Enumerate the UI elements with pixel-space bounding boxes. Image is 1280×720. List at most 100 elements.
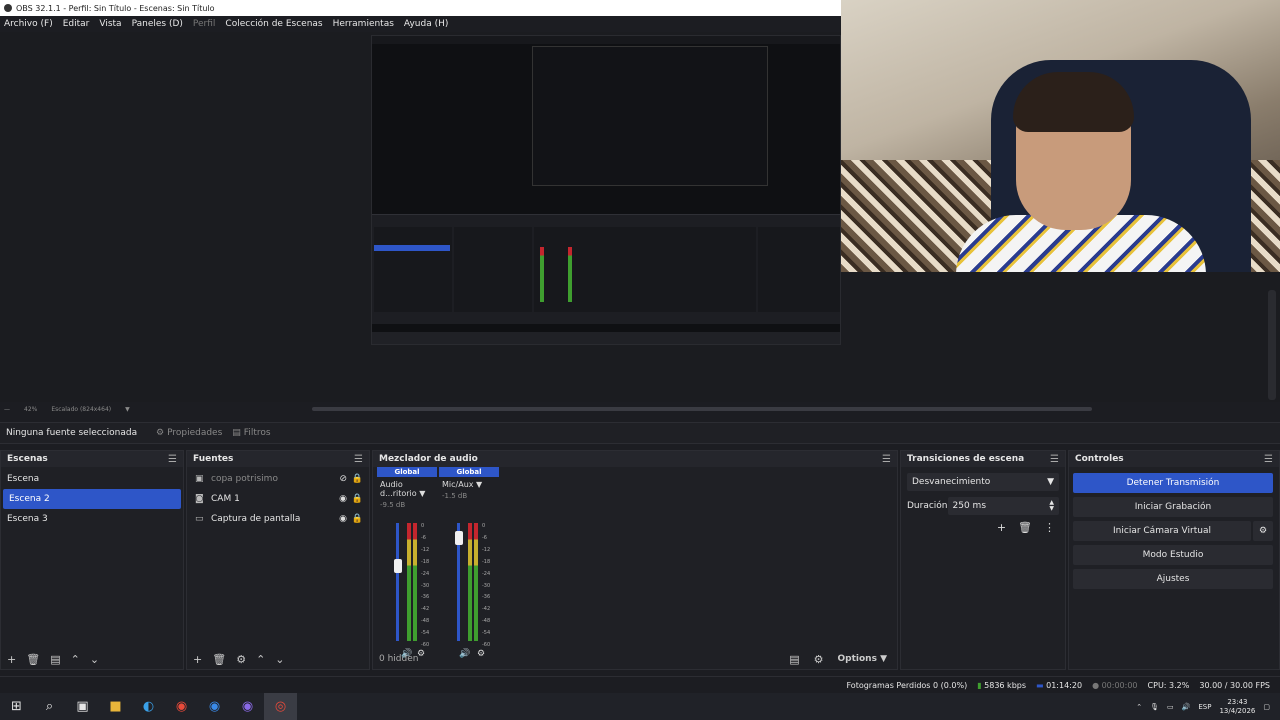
network-icon[interactable]: ▭ xyxy=(1167,703,1174,711)
stop-stream-button[interactable]: Detener Transmisión xyxy=(1073,473,1273,493)
add-icon[interactable]: + xyxy=(193,653,202,666)
transitions-title: Transiciones de escena xyxy=(907,454,1025,464)
virtual-cam-settings-icon[interactable]: ⚙ xyxy=(1253,521,1273,541)
volume-fader-knob[interactable] xyxy=(394,559,402,573)
channel-db: -1.5 dB xyxy=(442,492,468,500)
menu-herramientas[interactable]: Herramientas xyxy=(333,19,394,29)
trash-icon[interactable]: 🗑 xyxy=(212,653,226,666)
scenes-title: Escenas xyxy=(7,454,48,464)
source-item[interactable]: ▣ copa potrisimo ⊘ 🔒 xyxy=(187,469,369,489)
menu-editar[interactable]: Editar xyxy=(63,19,90,29)
no-source-label: Ninguna fuente seleccionada xyxy=(6,428,138,438)
clock-time: 23:43 xyxy=(1227,697,1248,706)
virtual-cam-button[interactable]: Iniciar Cámara Virtual xyxy=(1073,521,1251,541)
filter-icon[interactable]: ▤ xyxy=(50,653,60,666)
hidden-count: 0 hidden xyxy=(379,654,419,664)
trash-icon[interactable]: 🗑 xyxy=(26,653,40,666)
zoom-level[interactable]: 42% xyxy=(24,406,37,413)
lock-icon[interactable]: 🔒 xyxy=(352,474,363,484)
windows-start-icon[interactable]: ⊞ xyxy=(0,693,33,720)
menu-archivo[interactable]: Archivo (F) xyxy=(4,19,53,29)
options-button[interactable]: Options ▼ xyxy=(838,654,888,664)
chrome-profile-icon[interactable]: ◉ xyxy=(198,693,231,720)
lock-icon[interactable]: 🔒 xyxy=(352,494,363,504)
language-indicator[interactable]: ESP xyxy=(1198,703,1211,711)
source-item[interactable]: ▭ Captura de pantalla ◉ 🔒 xyxy=(187,509,369,529)
controls-dock-header: Controles ☰ xyxy=(1069,451,1279,467)
preview-vertical-scrollbar[interactable] xyxy=(1268,290,1276,400)
advanced-audio-icon[interactable]: ⚙ xyxy=(814,653,824,666)
sources-title: Fuentes xyxy=(193,454,234,464)
source-item[interactable]: ◙ CAM 1 ◉ 🔒 xyxy=(187,489,369,509)
eye-hidden-icon[interactable]: ⊘ xyxy=(339,474,347,484)
global-badge[interactable]: Global xyxy=(377,467,437,477)
global-badge[interactable]: Global xyxy=(439,467,499,477)
file-explorer-icon[interactable]: ■ xyxy=(99,693,132,720)
zoom-out-icon[interactable]: — xyxy=(4,406,10,413)
clock[interactable]: 23:43 13/4/2026 xyxy=(1219,698,1255,716)
channel-name[interactable]: Audio d...ritorio ▼ xyxy=(377,480,437,498)
system-tray: ⌃ 🎙 ▭ 🔊 ESP 23:43 13/4/2026 ▢ xyxy=(1136,693,1270,720)
channel-name[interactable]: Mic/Aux ▼ xyxy=(439,480,499,489)
camera-icon: ◙ xyxy=(195,494,204,504)
lock-icon[interactable]: 🔒 xyxy=(352,514,363,524)
volume-fader-track[interactable] xyxy=(396,523,399,641)
eye-icon[interactable]: ◉ xyxy=(339,514,347,524)
bitrate-status: ▮ 5836 kbps xyxy=(977,680,1027,690)
duration-spinbox[interactable]: 250 ms ▲ ▼ xyxy=(947,497,1059,515)
scene-item[interactable]: Escena xyxy=(1,469,183,489)
task-view-icon[interactable]: ▣ xyxy=(66,693,99,720)
more-icon[interactable]: ⋮ xyxy=(1044,521,1055,534)
dock-menu-icon[interactable]: ☰ xyxy=(1050,454,1059,465)
status-bar: Fotogramas Perdidos 0 (0.0%) ▮ 5836 kbps… xyxy=(0,676,1280,693)
chrome-icon[interactable]: ◉ xyxy=(165,693,198,720)
filters-button[interactable]: ▤ Filtros xyxy=(232,428,270,438)
eye-icon[interactable]: ◉ xyxy=(339,494,347,504)
microphone-icon[interactable]: 🎙 xyxy=(1150,703,1159,711)
move-up-icon[interactable]: ⌃ xyxy=(71,653,80,666)
transition-select[interactable]: Desvanecimiento ▼ xyxy=(907,473,1059,491)
dock-menu-icon[interactable]: ☰ xyxy=(354,454,363,465)
scene-item[interactable]: Escena 3 xyxy=(1,509,183,529)
move-down-icon[interactable]: ⌄ xyxy=(275,653,284,666)
scale-label[interactable]: Escalado (824x464) xyxy=(51,406,111,413)
menu-paneles[interactable]: Paneles (D) xyxy=(132,19,183,29)
settings-button[interactable]: Ajustes xyxy=(1073,569,1273,589)
scenes-dock-header: Escenas ☰ xyxy=(1,451,183,467)
volume-icon[interactable]: 🔊 xyxy=(1182,703,1191,711)
scene-item-selected[interactable]: Escena 2 xyxy=(3,489,181,509)
gear-icon[interactable]: ⚙ xyxy=(236,653,246,666)
start-record-button[interactable]: Iniciar Grabación xyxy=(1073,497,1273,517)
trash-icon[interactable]: 🗑 xyxy=(1018,521,1032,534)
capture-dock-sources xyxy=(454,227,532,312)
chevron-up-icon[interactable]: ⌃ xyxy=(1136,703,1142,711)
edge-icon[interactable]: ◐ xyxy=(132,693,165,720)
spinner-arrows-icon: ▲ ▼ xyxy=(1049,499,1054,512)
properties-button[interactable]: ⚙ Propiedades xyxy=(156,428,222,438)
menu-coleccion-escenas[interactable]: Colección de Escenas xyxy=(225,19,322,29)
source-toolbar: Ninguna fuente seleccionada ⚙ Propiedades… xyxy=(0,422,1280,444)
search-icon[interactable]: ⌕ xyxy=(33,693,66,720)
obs-taskbar-icon[interactable]: ◎ xyxy=(264,693,297,720)
audio-mixer-dock: Mezclador de audio ☰ Global Audio d...ri… xyxy=(372,450,898,670)
dock-menu-icon[interactable]: ☰ xyxy=(882,454,891,465)
add-icon[interactable]: + xyxy=(997,521,1006,534)
db-scale: 0 -6 -12 -18 -24 -30 -36 -42 -48 -54 -60 xyxy=(482,523,491,649)
dock-menu-icon[interactable]: ☰ xyxy=(1264,454,1273,465)
chrome-profile-icon[interactable]: ◉ xyxy=(231,693,264,720)
chevron-down-icon[interactable]: ▼ xyxy=(125,406,130,413)
menu-ayuda[interactable]: Ayuda (H) xyxy=(404,19,448,29)
cpu-usage: CPU: 3.2% xyxy=(1147,680,1190,690)
add-icon[interactable]: + xyxy=(7,653,16,666)
preview-horizontal-scrollbar[interactable] xyxy=(312,407,1092,411)
move-up-icon[interactable]: ⌃ xyxy=(256,653,265,666)
capture-docks xyxy=(372,214,840,324)
dock-menu-icon[interactable]: ☰ xyxy=(168,454,177,465)
volume-fader-knob[interactable] xyxy=(455,531,463,545)
layout-icon[interactable]: ▤ xyxy=(789,653,799,666)
notification-icon[interactable]: ▢ xyxy=(1263,703,1270,711)
studio-mode-button[interactable]: Modo Estudio xyxy=(1073,545,1273,565)
menu-perfil[interactable]: Perfil xyxy=(193,19,216,29)
menu-vista[interactable]: Vista xyxy=(99,19,121,29)
move-down-icon[interactable]: ⌄ xyxy=(90,653,99,666)
